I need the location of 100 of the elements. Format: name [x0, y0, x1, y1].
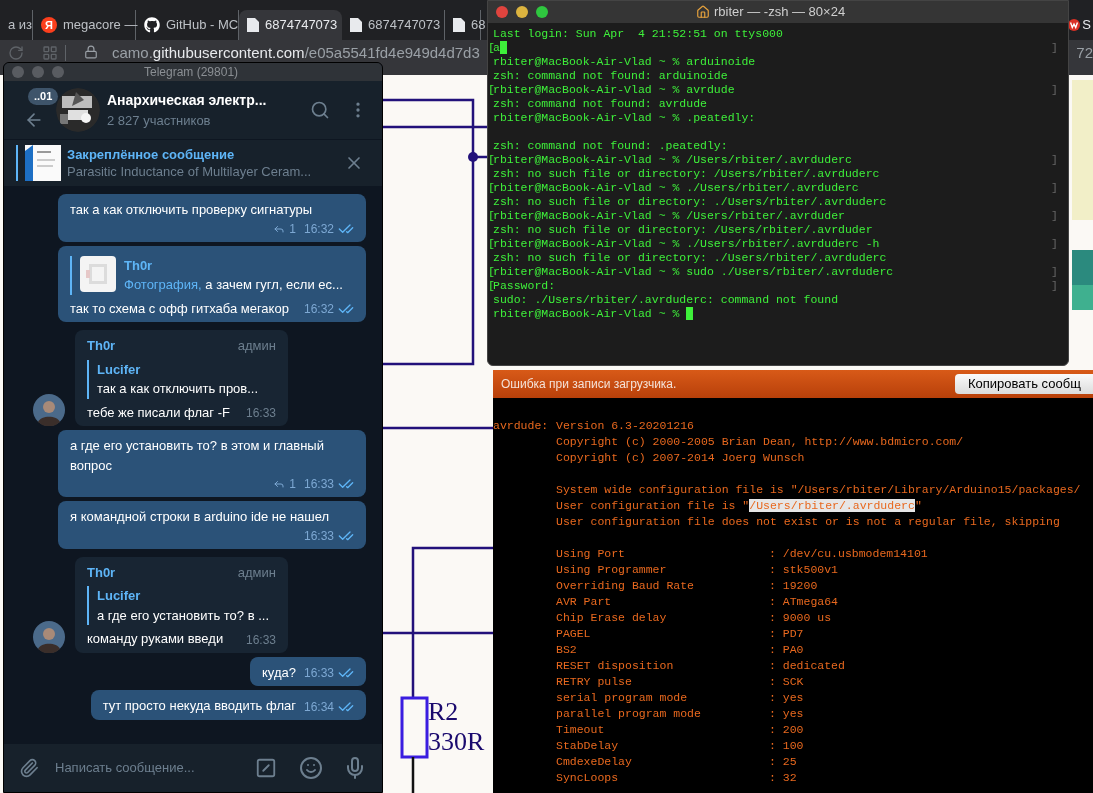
setting-value: : yes: [769, 706, 804, 722]
terminal-line: Password:: [493, 279, 556, 293]
log-line: Copyright (c) 2000-2005 Brian Dean, http://www.bdmicro.com/: [556, 434, 964, 450]
message-text: тут просто некуда вводить флаг: [102, 697, 296, 715]
pinned-title: Закреплённое сообщение: [67, 146, 236, 163]
message-time: 16:32: [303, 301, 334, 318]
zoom-button[interactable]: [536, 6, 548, 18]
browser-tab[interactable]: S: [1068, 10, 1093, 40]
terminal-line: rbiter@MacBook-Air-Vlad ~ % sudo ./Users/rbiter/.avrduderc: [493, 265, 894, 279]
reply-preview: Фотография, а зачем гугл, если ес...: [124, 276, 343, 294]
message-text: так а как отключить проверку сигнатуры: [70, 201, 313, 219]
setting-value: : SCK: [769, 674, 804, 690]
setting-name: RETRY pulse: [556, 674, 633, 690]
member-count: 2 827 участников: [107, 111, 212, 130]
log-line: Copyright (c) 2007-2014 Joerg Wunsch: [556, 450, 805, 466]
terminal-line: zsh: command not found: arduinoide: [493, 69, 728, 83]
terminal-line: rbiter@MacBook-Air-Vlad ~ %: [493, 307, 681, 321]
setting-value: : dedicated: [769, 658, 845, 674]
terminal-line: rbiter@MacBook-Air-Vlad ~ % ./Users/rbiter/.avrduderc -h: [493, 237, 880, 251]
chat-title: Анархическая электр...: [107, 90, 267, 110]
search-icon[interactable]: [310, 100, 330, 120]
role-label: админ: [237, 337, 276, 355]
message-time: 16:33: [303, 527, 334, 545]
reply-author: Th0r: [124, 256, 154, 275]
attach-icon[interactable]: [19, 758, 39, 778]
terminal-line: rbiter@MacBook-Air-Vlad ~ % /Users/rbiter/.avrduderc: [493, 153, 852, 167]
line-bracket: [: [488, 181, 495, 194]
setting-name: CmdexeDelay: [556, 754, 633, 770]
setting-name: Using Programmer: [556, 562, 668, 578]
line-bracket: ]: [1051, 181, 1058, 195]
lock-icon: [84, 45, 98, 59]
sender-name: Th0r: [87, 563, 116, 582]
file-icon: [247, 18, 259, 32]
copy-button[interactable]: Копировать сообщ: [955, 374, 1093, 394]
line-bracket: [: [488, 279, 495, 292]
pinned-text: Parasitic Inductance of Multilayer Ceram...: [67, 163, 312, 180]
home-icon: [696, 5, 710, 19]
line-bracket: ]: [1051, 265, 1058, 279]
address-field[interactable]: camo.githubusercontent.com/e05a5541fd4e949d4d7d3: [112, 45, 480, 61]
line-bracket: ]: [1051, 83, 1058, 97]
avatar-icon: [33, 394, 65, 426]
setting-value: : 32: [769, 770, 797, 786]
terminal-line: zsh: no such file or directory: ./Users/rbiter/.avrduderc: [493, 251, 887, 265]
setting-value: : stk500v1: [769, 562, 838, 578]
log-line: System wide configuration file is "/Users/rbiter/Library/Arduino15/packages/: [556, 482, 1081, 498]
setting-name: PAGEL: [556, 626, 592, 642]
setting-value: : PA0: [769, 642, 804, 658]
message-time: 16:33: [303, 476, 334, 493]
terminal-line: rbiter@MacBook-Air-Vlad ~ % arduinoide: [493, 55, 756, 69]
browser-tab[interactable]: 6874747073: [239, 10, 342, 40]
message-time: 16:34: [303, 698, 334, 716]
terminal-line: zsh: no such file or directory: /Users/rbiter/.avrduderc: [493, 167, 880, 181]
log-line: User configuration file is "/Users/rbiter/.avrduderc": [556, 498, 922, 514]
reply-preview: так а как отключить пров...: [97, 380, 259, 398]
setting-value: : 25: [769, 754, 797, 770]
line-bracket: [: [488, 237, 495, 250]
terminal-line: a: [493, 41, 500, 55]
message-text: тебе же писали флаг -F: [87, 403, 230, 422]
line-bracket: [: [488, 153, 495, 166]
setting-name: StabDelay: [556, 738, 620, 754]
message-time: 16:32: [303, 220, 334, 238]
message-time: 16:33: [303, 665, 334, 682]
commands-icon[interactable]: [255, 757, 277, 779]
setting-value: : 19200: [769, 578, 818, 594]
line-bracket: ]: [1051, 41, 1058, 55]
log-prefix: avrdude:: [493, 419, 549, 432]
setting-value: : yes: [769, 690, 804, 706]
file-icon: [453, 18, 465, 32]
line-bracket: [: [488, 265, 495, 278]
log-line: User configuration file does not exist or is not a regular file, skipping: [556, 514, 1060, 530]
pinned-bar[interactable]: Закреплённое сообщение Parasitic Inductance of Multilayer Ceram...: [4, 139, 382, 186]
component-label: 330R: [428, 727, 485, 757]
message-time: 16:33: [245, 405, 276, 422]
terminal-line: rbiter@MacBook-Air-Vlad ~ % .peatedly:: [493, 111, 756, 125]
brand-icon: [1068, 19, 1081, 31]
message-text: так то схема с офф гитхаба мегакор: [70, 299, 289, 318]
close-button[interactable]: [496, 6, 508, 18]
window-title: rbiter — -zsh — 80×24: [714, 3, 846, 22]
terminal-line: zsh: command not found: .peatedly:: [493, 139, 728, 153]
message-text: а где его установить то? в этом и главный вопрос: [70, 437, 325, 475]
message-time: 16:33: [245, 631, 276, 649]
reply-count: 1: [289, 476, 296, 493]
reply-author: Lucifer: [97, 587, 142, 605]
message-text: куда?: [262, 663, 296, 682]
message-text: я командной строки в arduino ide не нашел: [70, 508, 330, 526]
log-line: Version 6.3-20201216: [556, 418, 695, 434]
reply-icon: [273, 478, 286, 490]
line-bracket: ]: [1051, 279, 1058, 293]
setting-value: : PD7: [769, 626, 804, 642]
terminal-line: Last login: Sun Apr 4 21:52:51 on ttys000: [493, 27, 783, 41]
minimize-button[interactable]: [516, 6, 528, 18]
setting-name: RESET disposition: [556, 658, 675, 674]
emoji-icon[interactable]: [299, 756, 323, 780]
setting-name: Using Port: [556, 546, 626, 562]
setting-value: : 9000 us: [769, 610, 832, 626]
terminal-line: rbiter@MacBook-Air-Vlad ~ % /Users/rbiter/.avrduder: [493, 209, 845, 223]
reply-author: Lucifer: [97, 360, 142, 379]
message-text: команду руками введи: [87, 630, 224, 648]
file-icon: [350, 18, 362, 32]
line-bracket: ]: [1051, 209, 1058, 223]
